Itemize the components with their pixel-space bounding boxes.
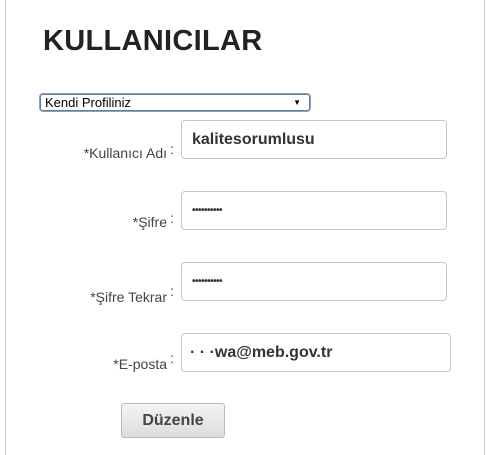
chevron-down-icon: ▼ <box>293 98 301 107</box>
profile-select-value: Kendi Profiliniz <box>45 95 131 110</box>
password-repeat-colon: : <box>170 283 174 299</box>
username-colon: : <box>170 141 174 157</box>
email-colon: : <box>170 350 174 366</box>
page-title: KULLANICILAR <box>43 25 263 57</box>
username-label: *Kullanıcı Adı <box>83 145 167 161</box>
users-panel: KULLANICILAR Kendi Profiliniz ▼ *Kullanı… <box>5 0 485 455</box>
profile-select[interactable]: Kendi Profiliniz ▼ <box>39 93 311 112</box>
password-field[interactable]: •••••••••• <box>181 191 447 230</box>
password-repeat-label: *Şifre Tekrar <box>90 289 167 305</box>
password-colon: : <box>170 210 174 226</box>
password-repeat-field[interactable]: •••••••••• <box>181 262 447 301</box>
edit-button[interactable]: Düzenle <box>121 403 225 438</box>
username-field[interactable]: kalitesorumlusu <box>181 120 447 159</box>
password-label: *Şifre <box>132 214 167 230</box>
email-label: *E-posta <box>113 356 167 372</box>
email-field[interactable]: · · ·wa@meb.gov.tr <box>181 333 451 372</box>
